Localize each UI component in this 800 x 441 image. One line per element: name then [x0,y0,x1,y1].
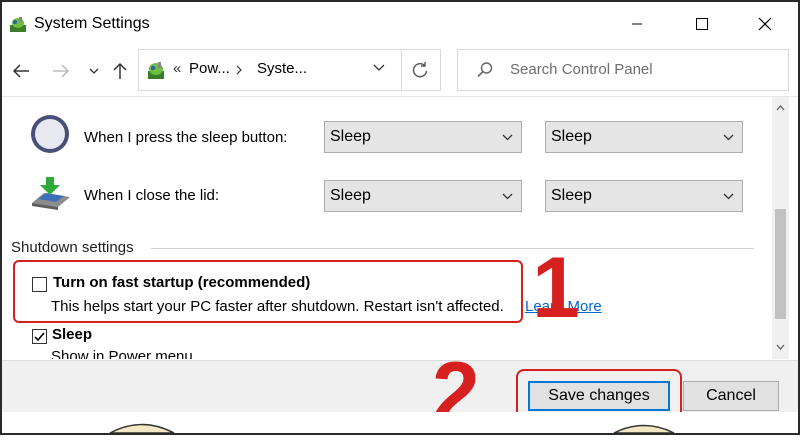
breadcrumb-overflow[interactable]: « [173,60,181,77]
vertical-scrollbar[interactable] [772,97,789,359]
section-divider [151,248,754,249]
sleep-description: Show in Power menu. [51,348,197,359]
recent-locations-button[interactable] [86,60,102,82]
refresh-icon [412,62,428,78]
scroll-down-button[interactable] [772,338,789,355]
maximize-button[interactable] [679,2,725,46]
background-artwork [109,423,675,433]
arrow-right-icon [53,64,70,78]
control-panel-icon [148,62,164,79]
chevron-right-icon [236,65,242,75]
checkmark-icon [34,332,45,342]
minimize-icon [632,23,642,25]
chevron-down-icon [502,134,513,141]
title-bar: System Settings [2,2,798,46]
maximize-icon [696,18,708,30]
sleep-button-label: When I press the sleep button: [84,129,288,146]
chevron-down-icon [502,193,513,200]
search-placeholder: Search Control Panel [510,61,653,78]
refresh-button[interactable] [400,49,441,91]
chevron-down-icon [723,193,734,200]
sleep-checkbox[interactable] [32,329,47,344]
chevron-down-icon [723,134,734,141]
search-icon [477,62,493,78]
shutdown-settings-heading: Shutdown settings [11,239,134,256]
highlight-fast-startup [13,260,523,323]
cancel-button[interactable]: Cancel [683,381,779,411]
address-bar[interactable]: « Pow... Syste... [138,49,402,91]
control-panel-icon [10,17,26,32]
select-value: Sleep [330,187,371,204]
sleep-button-plugged-select[interactable]: Sleep [545,121,743,153]
back-button[interactable] [10,60,32,82]
up-button[interactable] [110,60,130,82]
minimize-button[interactable] [614,2,660,46]
close-icon [758,17,772,31]
close-lid-label: When I close the lid: [84,187,220,204]
close-button[interactable] [742,2,788,46]
breadcrumb-item[interactable]: Pow... [189,60,230,77]
sleep-label[interactable]: Sleep [52,326,92,343]
chevron-down-icon[interactable] [373,64,385,72]
forward-button[interactable] [50,60,72,82]
breadcrumb-item[interactable]: Syste... [257,60,307,77]
chevron-up-icon [776,104,785,110]
step-number-1: 1 [532,240,580,336]
content-area: When I press the sleep button: Sleep Sle… [2,97,772,359]
background-strip [2,412,798,433]
arrow-up-icon [113,62,127,79]
close-lid-plugged-select[interactable]: Sleep [545,180,743,212]
window-title: System Settings [34,15,150,32]
search-field[interactable]: Search Control Panel [457,49,789,91]
select-value: Sleep [551,128,592,145]
navigation-bar: « Pow... Syste... Search Control Panel [2,46,798,97]
arrow-left-icon [12,64,29,78]
select-value: Sleep [330,128,371,145]
close-lid-battery-select[interactable]: Sleep [324,180,522,212]
chevron-down-icon [776,344,785,350]
scrollbar-thumb[interactable] [775,209,786,319]
laptop-lid-icon [32,177,70,210]
select-value: Sleep [551,187,592,204]
chevron-down-icon [89,68,99,74]
sleep-button-icon [31,115,69,153]
scroll-up-button[interactable] [772,99,789,116]
sleep-button-battery-select[interactable]: Sleep [324,121,522,153]
